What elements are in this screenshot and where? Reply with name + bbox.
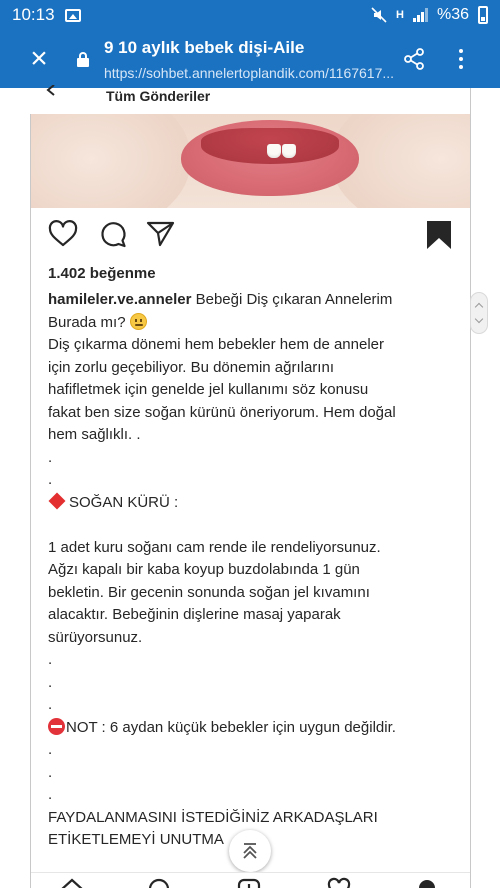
recipe-line: sürüyorsunuz. (48, 628, 143, 646)
note-text: NOT : 6 aydan küçük bebekler için uygun … (66, 718, 396, 736)
recipe-line: alacaktır. Bebeğinin dişlerine masaj yap… (48, 606, 341, 623)
chevron-down-icon (474, 314, 484, 324)
signal-icon (412, 8, 428, 22)
battery-icon (478, 6, 488, 24)
home-icon[interactable] (59, 877, 85, 888)
page-url[interactable]: https://sohbet.annelertoplandik.com/1167… (104, 65, 404, 81)
baby-tooth (282, 144, 296, 158)
caption-dot: . (48, 673, 53, 691)
more-options-button[interactable] (452, 47, 470, 71)
likes-count[interactable]: 1.402 beğenme (48, 265, 156, 282)
post-username[interactable]: hamileler.ve.anneler (48, 291, 191, 308)
back-arrow-icon[interactable] (44, 85, 58, 99)
section-title-line: SOĞAN KÜRÜ : (48, 492, 448, 515)
post-image[interactable] (31, 114, 470, 208)
gallery-notification-icon (64, 8, 81, 22)
page-title: 9 10 aylık bebek dişi-Aile (104, 38, 305, 57)
network-type: H (396, 9, 404, 21)
heart-icon[interactable] (48, 220, 78, 248)
recipe-line: 1 adet kuru soğanı cam rende ile rendeli… (48, 538, 381, 556)
battery-percent: %36 (436, 6, 469, 23)
instagram-bottom-nav (31, 872, 470, 888)
caption-second-line: Burada mı? (48, 312, 448, 335)
frame-right-edge (470, 88, 471, 888)
caption-dot: . (48, 651, 53, 668)
instagram-header-title: Tüm Gönderiler (106, 88, 211, 104)
baby-tooth (267, 144, 281, 158)
activity-heart-icon[interactable] (326, 877, 352, 888)
recipe-line: Ağzı kapalı bir kaba koyup buzdolabında … (48, 561, 360, 578)
caption-line: hafifletmek için genelde jel kullanımı s… (48, 381, 369, 398)
scroll-to-top-button[interactable] (229, 830, 271, 872)
close-button[interactable]: × (24, 44, 54, 74)
note-line: NOT : 6 aydan küçük bebekler için uygun … (48, 717, 448, 740)
closing-line: FAYDALANMASINI İSTEDİĞİNİZ ARKADAŞLARI (48, 808, 378, 826)
instagram-header: Tüm Gönderiler (30, 85, 470, 114)
chevron-up-icon (474, 302, 484, 312)
post-caption: hamileler.ve.anneler Bebeği Diş çıkaran … (48, 289, 448, 852)
red-diamond-icon (48, 492, 66, 509)
caption-line: Bebeği Diş çıkaran Annelerim (195, 291, 393, 308)
recipe-line: bekletin. Bir gecenin sonunda soğan jel … (48, 583, 370, 601)
no-entry-icon (48, 717, 65, 735)
share-icon[interactable] (402, 47, 426, 71)
frame-left-edge (30, 88, 31, 888)
comment-icon[interactable] (98, 220, 128, 248)
section-title: SOĞAN KÜRÜ : (69, 493, 179, 511)
arrow-up-to-top-icon (243, 843, 257, 859)
send-icon[interactable] (146, 220, 176, 248)
search-icon[interactable] (146, 877, 172, 888)
bookmark-icon[interactable] (426, 220, 452, 250)
scroll-handle[interactable] (470, 292, 488, 334)
caption-dot: . (48, 696, 53, 713)
profile-icon[interactable] (414, 877, 440, 888)
baby-mouth (201, 128, 339, 164)
grimacing-emoji-icon (129, 312, 147, 330)
caption-line: için zorlu geçebiliyor. Bu dönemin ağrıl… (48, 358, 334, 376)
caption-dot: . (48, 471, 53, 488)
caption-dot: . (48, 741, 53, 758)
caption-dot: . (48, 448, 53, 466)
caption-line: Diş çıkarma dönemi hem bebekler hem de a… (48, 336, 384, 353)
add-post-icon[interactable] (236, 877, 262, 888)
caption-dot: . (48, 786, 53, 803)
caption-line: hem sağlıklı. . (48, 426, 141, 443)
caption-dot: . (48, 763, 53, 781)
caption-first-line: hamileler.ve.anneler Bebeği Diş çıkaran … (48, 289, 448, 312)
mute-icon (371, 7, 387, 23)
status-time: 10:13 (12, 5, 55, 24)
caption-line: Burada mı? (48, 313, 126, 331)
lock-icon (77, 52, 89, 67)
caption-line: fakat ben size soğan kürünü öneriyorum. … (48, 403, 396, 421)
browser-toolbar: × 9 10 aylık bebek dişi-Aile https://soh… (0, 30, 500, 88)
post-actions (48, 220, 458, 250)
status-bar: 10:13 H %36 (0, 0, 500, 30)
